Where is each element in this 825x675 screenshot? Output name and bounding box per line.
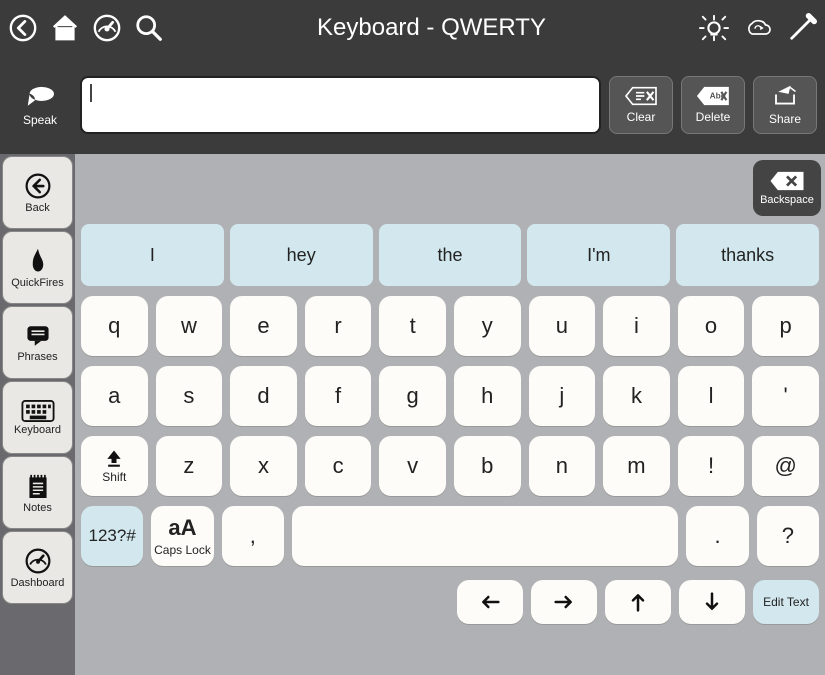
text-cursor xyxy=(90,84,92,102)
cloud-sync-icon[interactable] xyxy=(743,13,773,43)
key-question[interactable]: ? xyxy=(757,506,819,566)
sidebar-item-label: Notes xyxy=(23,502,52,514)
key-at[interactable]: @ xyxy=(752,436,819,496)
sidebar-item-dashboard[interactable]: Dashboard xyxy=(2,531,73,604)
key-x[interactable]: x xyxy=(230,436,297,496)
key-period[interactable]: . xyxy=(686,506,748,566)
sidebar-item-quickfires[interactable]: QuickFires xyxy=(2,231,73,304)
arrow-down-icon xyxy=(702,589,722,615)
prediction-key[interactable]: I'm xyxy=(527,224,670,286)
key-row-3: Shift z x c v b n m ! @ xyxy=(81,436,819,496)
titlebar-right xyxy=(699,13,817,43)
search-icon[interactable] xyxy=(134,13,164,43)
arrow-up-key[interactable] xyxy=(605,580,671,624)
title-bar: Keyboard - QWERTY xyxy=(0,0,825,56)
key-m[interactable]: m xyxy=(603,436,670,496)
delete-button[interactable]: Abc Delete xyxy=(681,76,745,134)
key-v[interactable]: v xyxy=(379,436,446,496)
sidebar-item-keyboard[interactable]: Keyboard xyxy=(2,381,73,454)
key-o[interactable]: o xyxy=(678,296,745,356)
key-f[interactable]: f xyxy=(305,366,372,426)
speak-bar: Speak Clear Abc Delete Share xyxy=(0,56,825,154)
sidebar-filler xyxy=(0,604,75,675)
arrow-up-icon xyxy=(628,589,648,615)
prediction-key[interactable]: hey xyxy=(230,224,373,286)
key-i[interactable]: i xyxy=(603,296,670,356)
sidebar-back[interactable]: Back xyxy=(2,156,73,229)
symbols-key[interactable]: 123?# xyxy=(81,506,143,566)
prediction-row: I hey the I'm thanks xyxy=(81,224,819,286)
arrow-row: Edit Text xyxy=(81,580,819,624)
lightbulb-icon[interactable] xyxy=(699,13,729,43)
key-j[interactable]: j xyxy=(529,366,596,426)
key-y[interactable]: y xyxy=(454,296,521,356)
key-c[interactable]: c xyxy=(305,436,372,496)
tools-icon[interactable] xyxy=(787,13,817,43)
key-t[interactable]: t xyxy=(379,296,446,356)
shift-key[interactable]: Shift xyxy=(81,436,148,496)
edit-text-key[interactable]: Edit Text xyxy=(753,580,819,624)
clear-button[interactable]: Clear xyxy=(609,76,673,134)
key-b[interactable]: b xyxy=(454,436,521,496)
keyboard-grid: q w e r t y u i o p a s d f g h j k xyxy=(81,296,819,624)
gauge-icon[interactable] xyxy=(92,13,122,43)
key-g[interactable]: g xyxy=(379,366,446,426)
titlebar-left xyxy=(8,13,164,43)
arrow-down-key[interactable] xyxy=(679,580,745,624)
arrow-left-icon xyxy=(477,592,503,612)
page-title: Keyboard - QWERTY xyxy=(174,14,689,42)
spacebar-key[interactable] xyxy=(292,506,678,566)
share-button[interactable]: Share xyxy=(753,76,817,134)
clear-label: Clear xyxy=(627,110,656,124)
key-n[interactable]: n xyxy=(529,436,596,496)
key-e[interactable]: e xyxy=(230,296,297,356)
main-region: Back QuickFires Phrases Keyboard Notes D… xyxy=(0,154,825,675)
arrow-right-key[interactable] xyxy=(531,580,597,624)
shift-up-icon xyxy=(103,448,125,468)
key-w[interactable]: w xyxy=(156,296,223,356)
key-s[interactable]: s xyxy=(156,366,223,426)
key-q[interactable]: q xyxy=(81,296,148,356)
keyboard-area: Backspace I hey the I'm thanks q w e r t… xyxy=(75,154,825,675)
key-apostrophe[interactable]: ' xyxy=(752,366,819,426)
home-icon[interactable] xyxy=(50,13,80,43)
arrow-left-key[interactable] xyxy=(457,580,523,624)
key-z[interactable]: z xyxy=(156,436,223,496)
sidebar-item-phrases[interactable]: Phrases xyxy=(2,306,73,379)
key-exclaim[interactable]: ! xyxy=(678,436,745,496)
backspace-label: Backspace xyxy=(760,194,814,206)
key-row-1: q w e r t y u i o p xyxy=(81,296,819,356)
sidebar-back-label: Back xyxy=(25,202,49,214)
key-comma[interactable]: , xyxy=(222,506,284,566)
delete-label: Delete xyxy=(696,110,731,124)
speak-button[interactable]: Speak xyxy=(8,64,72,146)
key-r[interactable]: r xyxy=(305,296,372,356)
prediction-key[interactable]: the xyxy=(379,224,522,286)
key-row-4: 123?# aA Caps Lock , . ? xyxy=(81,506,819,566)
message-input[interactable] xyxy=(80,76,601,134)
key-a[interactable]: a xyxy=(81,366,148,426)
back-arrow-icon[interactable] xyxy=(8,13,38,43)
sidebar-item-label: Phrases xyxy=(17,351,57,363)
sidebar-item-label: Keyboard xyxy=(14,424,61,436)
sidebar-item-label: QuickFires xyxy=(11,277,64,289)
key-k[interactable]: k xyxy=(603,366,670,426)
speak-label: Speak xyxy=(23,113,57,127)
capslock-key[interactable]: aA Caps Lock xyxy=(151,506,213,566)
sidebar-item-notes[interactable]: Notes xyxy=(2,456,73,529)
key-p[interactable]: p xyxy=(752,296,819,356)
backspace-button[interactable]: Backspace xyxy=(753,160,821,216)
key-row-2: a s d f g h j k l ' xyxy=(81,366,819,426)
share-label: Share xyxy=(769,112,801,126)
key-h[interactable]: h xyxy=(454,366,521,426)
prediction-key[interactable]: thanks xyxy=(676,224,819,286)
key-u[interactable]: u xyxy=(529,296,596,356)
key-d[interactable]: d xyxy=(230,366,297,426)
sidebar-item-label: Dashboard xyxy=(11,577,65,589)
arrow-right-icon xyxy=(551,592,577,612)
sidebar: Back QuickFires Phrases Keyboard Notes D… xyxy=(0,154,75,675)
prediction-key[interactable]: I xyxy=(81,224,224,286)
key-l[interactable]: l xyxy=(678,366,745,426)
